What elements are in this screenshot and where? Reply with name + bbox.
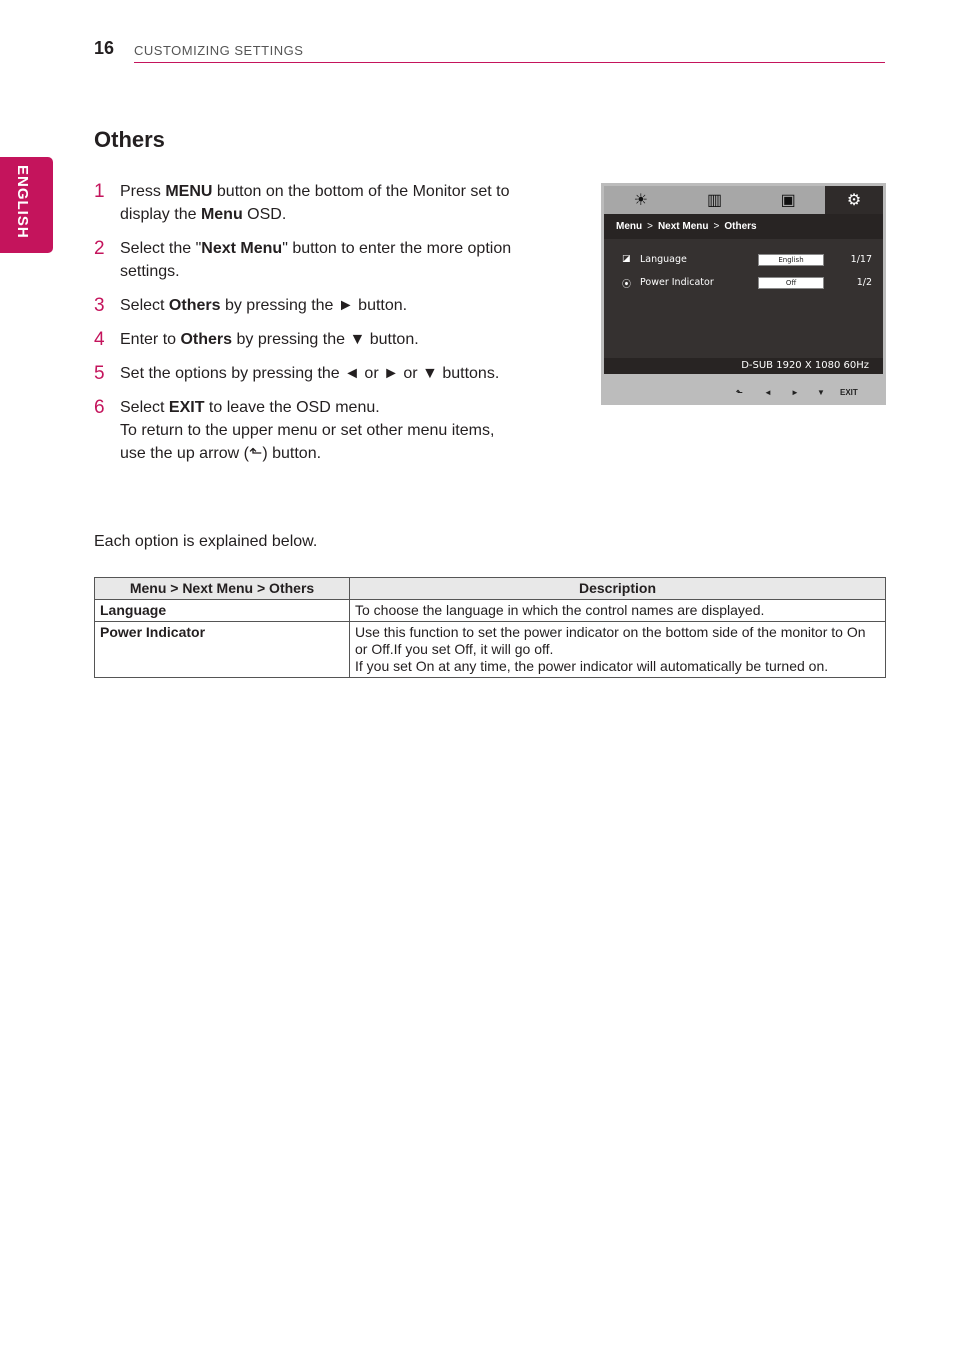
language-tab-label: ENGLISH [14,165,31,239]
osd-button-bar: ⬑ ◄ ► ▼ EXIT [604,385,883,401]
step-number: 2 [94,238,105,259]
osd-count: 1/17 [850,254,872,265]
crumb-next-menu: Next Menu [657,221,709,232]
steps-list: 1 Press MENU button on the bottom of the … [94,180,524,476]
section-title: CUSTOMIZING SETTINGS [134,43,304,58]
step-text: Select [120,399,169,416]
osd-count: 1/2 [856,277,872,288]
step-text: Press [120,183,166,200]
step-text: Enter to [120,331,181,348]
crumb-sep: > [713,221,720,232]
step-item: 3 Select Others by pressing the ► button. [94,294,524,317]
option-name: Language [94,599,350,622]
step-keyword: Next Menu [201,240,283,257]
gear-icon: ⚙ [825,186,884,214]
step-keyword: MENU [165,183,213,200]
page-number: 16 [94,38,115,58]
options-table: Menu > Next Menu > Others Description La… [94,577,886,678]
step-number: 1 [94,181,105,202]
step-text: Select the " [120,240,202,257]
exit-label: EXIT [840,388,858,397]
table-row: Power Indicator Use this function to set … [94,621,886,678]
step-text: Set the options by pressing the ◄ or ► o… [120,365,500,382]
osd-value: English [758,254,824,266]
osd-breadcrumb: Menu > Next Menu > Others [604,214,883,239]
step-keyword: Others [180,331,233,348]
power-indicator-icon: ⦿ [622,280,632,290]
step-item: 4 Enter to Others by pressing the ▼ butto… [94,328,524,351]
step-item: 2 Select the "Next Menu" button to enter … [94,237,524,283]
step-text: Select [120,297,169,314]
step-text: by pressing the ▼ button. [232,331,419,348]
osd-row-language: ◪ Language English 1/17 [622,254,872,268]
osd-label: Language [640,254,687,265]
step-item: 5 Set the options by pressing the ◄ or ► … [94,362,524,385]
down-arrow-icon: ▼ [817,388,825,397]
option-description: Use this function to set the power indic… [349,621,886,678]
osd-value: Off [758,277,824,289]
option-description: To choose the language in which the cont… [349,599,886,622]
column-header: Menu > Next Menu > Others [94,577,350,600]
step-item: 6 Select EXIT to leave the OSD menu. To re… [94,396,524,465]
page-title: Others [94,127,165,152]
intro-text: Each option is explained below. [94,533,318,550]
left-arrow-icon: ◄ [764,388,772,397]
column-header: Description [349,577,886,600]
language-tab: ENGLISH [0,157,53,253]
step-keyword: Others [168,297,221,314]
step-text: OSD. [242,206,287,223]
header-divider [134,62,885,63]
crumb-sep: > [647,221,653,232]
crumb-others: Others [724,221,757,232]
osd-label: Power Indicator [640,277,714,288]
step-text: to leave the OSD menu. [204,399,380,416]
table-row: Language To choose the language in which … [94,599,886,622]
step-number: 6 [94,397,105,418]
step-number: 3 [94,295,105,316]
step-item: 1 Press MENU button on the bottom of the … [94,180,524,226]
right-arrow-icon: ► [791,388,799,397]
crumb-menu: Menu [616,221,643,232]
step-number: 5 [94,363,105,384]
step-keyword: EXIT [168,399,205,416]
language-icon: ◪ [622,254,631,264]
brightness-icon: ☀ [633,192,648,209]
osd-body: Menu > Next Menu > Others ◪ Language English… [604,214,883,374]
option-name: Power Indicator [94,621,350,678]
osd-status: D-SUB 1920 X 1080 60Hz [604,358,883,374]
osd-tab-bar: ☀ ▥ ▣ ⚙ [604,186,884,214]
step-keyword: Menu [200,206,243,223]
color-bars-icon: ▥ [706,192,723,209]
step-number: 4 [94,329,105,350]
step-text: To return to the upper menu or set other… [120,422,495,462]
osd-row-power-indicator: ⦿ Power Indicator Off 1/2 [622,277,872,291]
up-arrow-icon: ⬑ [736,388,743,397]
picture-icon: ▣ [780,192,796,209]
osd-screenshot: ☀ ▥ ▣ ⚙ Menu > Next Menu > Others ◪ Language… [601,183,886,405]
step-text: by pressing the ► button. [220,297,408,314]
